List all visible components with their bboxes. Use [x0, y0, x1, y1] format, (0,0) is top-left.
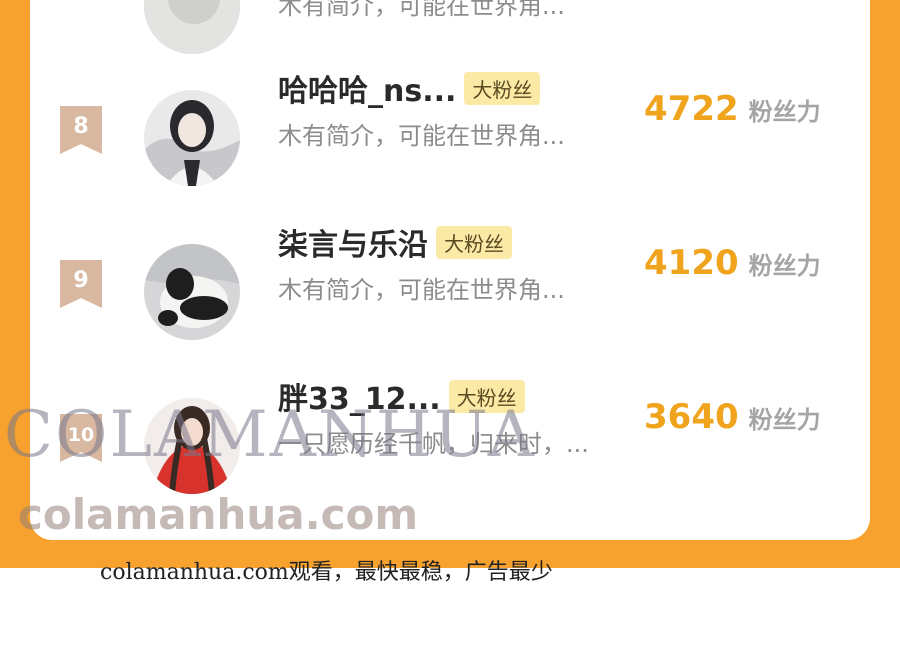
fan-power-label: 粉丝力 [748, 98, 821, 126]
fan-power-value: 4120 [644, 243, 739, 283]
footer-notice: colamanhua.com观看，最快最稳，广告最少 [100, 560, 553, 585]
user-intro: 木有简介，可能在世界角... [278, 122, 565, 150]
fan-power-value: 4722 [644, 89, 739, 129]
user-intro: 木有简介，可能在世界角... [278, 0, 565, 20]
user-intro: 木有简介，可能在世界角... [278, 276, 565, 304]
fan-power: 4722 粉丝力 [644, 89, 821, 129]
rank-tag: 8 [60, 106, 102, 154]
fan-level-badge: 大粉丝 [436, 225, 512, 259]
avatar[interactable] [144, 244, 240, 340]
fan-power: 3640 粉丝力 [644, 397, 821, 437]
name-line: 哈哈哈_ns... 大粉丝 [278, 66, 541, 110]
fan-power-label: 粉丝力 [748, 252, 821, 280]
name-line: 柒言与乐沿 大粉丝 [278, 220, 512, 264]
ranking-row[interactable]: 9 柒言与乐沿 大粉丝 木有简介，可能在世界角... 4120 粉丝力 [30, 225, 870, 380]
rank-tag: 9 [60, 260, 102, 308]
rank-number: 9 [73, 268, 89, 293]
rank-number: 8 [73, 114, 89, 139]
user-name[interactable]: 柒言与乐沿 [278, 220, 428, 264]
ranking-row-partial[interactable]: 木有简介，可能在世界角... [30, 0, 870, 60]
fan-power-value: 3640 [644, 397, 739, 437]
fan-power-label: 粉丝力 [748, 406, 821, 434]
watermark-logo-text: COLAMANHUA [4, 398, 536, 472]
user-name[interactable]: 哈哈哈_ns... [278, 66, 456, 110]
fan-power: 4120 粉丝力 [644, 243, 821, 283]
avatar[interactable] [144, 90, 240, 186]
watermark-site-text: colamanhua.com [18, 490, 419, 539]
ranking-row[interactable]: 8 哈哈哈_ns... 大粉丝 木有简介，可能在世界角... 4722 粉丝力 [30, 71, 870, 226]
fan-level-badge: 大粉丝 [464, 71, 541, 105]
avatar [144, 0, 240, 54]
